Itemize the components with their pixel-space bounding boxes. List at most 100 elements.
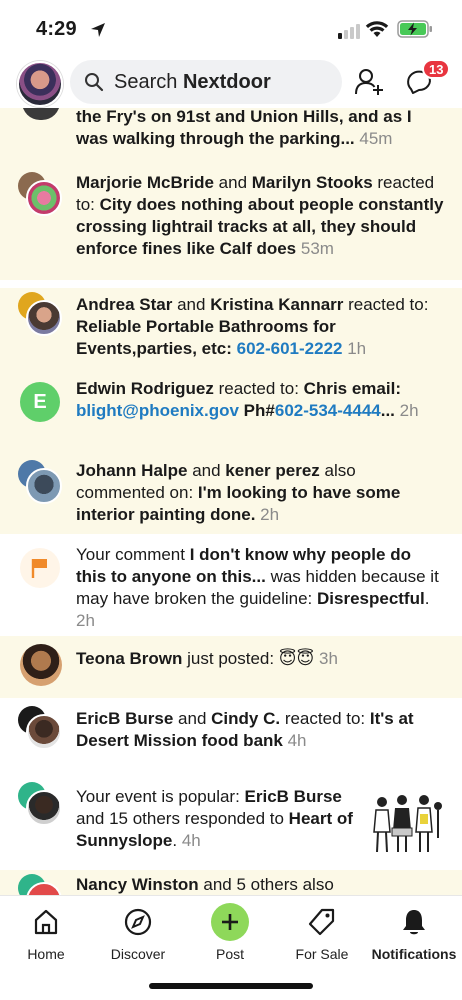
user-avatar [20, 644, 62, 686]
notification-text: EricB Burse and Cindy C. reacted to: It'… [76, 708, 444, 752]
plain-text: and [213, 173, 252, 192]
avatar-letter: E [33, 390, 47, 413]
top-header: Search Nextdoor 13 [0, 58, 462, 108]
plain-text: Your comment [76, 545, 190, 564]
bold-text: ... [380, 401, 395, 420]
bold-text: Nancy Winston [76, 875, 199, 894]
flag-avatar [20, 548, 60, 588]
user-avatar [26, 468, 62, 504]
user-avatar [26, 180, 62, 216]
search-bar[interactable]: Search Nextdoor [70, 60, 342, 104]
plain-text: reacted to: [280, 709, 370, 728]
cellular-signal-icon [338, 24, 360, 39]
plain-text: Your event is popular: [76, 787, 245, 806]
search-placeholder: Search Nextdoor [114, 71, 271, 94]
user-avatar [26, 300, 62, 336]
event-illustration [368, 788, 444, 860]
notification-text: Marjorie McBride and Marilyn Stooks reac… [76, 172, 444, 260]
add-neighbor-icon[interactable] [354, 68, 384, 96]
bold-text: City does nothing about people constantl… [76, 195, 444, 258]
text-link[interactable]: 602-534-4444 [275, 401, 381, 420]
tab-home[interactable]: Home [0, 904, 92, 962]
search-placeholder-brand: Nextdoor [182, 70, 271, 93]
plain-text: and [173, 709, 212, 728]
notification-item[interactable]: Your event is popular: EricB Burse and 1… [0, 780, 462, 868]
notification-item[interactable]: the Fry's on 91st and Union Hills, and a… [0, 108, 462, 172]
plain-text: . [424, 589, 430, 608]
bold-text: Cindy C. [211, 709, 281, 728]
notifications-feed: the Fry's on 91st and Union Hills, and a… [0, 108, 462, 895]
post-button [211, 903, 249, 941]
user-avatar: E [20, 382, 60, 422]
notification-text: Your comment I don't know why people do … [76, 544, 444, 632]
tab-post[interactable]: Post [184, 903, 276, 962]
tab-label: Notifications [371, 946, 457, 962]
notification-text: Teona Brown just posted: 😇😇 3h [76, 648, 444, 670]
chat-badge: 13 [422, 59, 451, 79]
tab-label: Discover [110, 946, 166, 962]
plain-text: and 5 others also [198, 875, 334, 894]
timestamp: 2h [76, 611, 95, 630]
tab-for-sale[interactable]: For Sale [276, 904, 368, 962]
bell-icon [403, 910, 425, 935]
notification-text: Your event is popular: EricB Burse and 1… [76, 786, 362, 852]
plain-text: and [187, 461, 226, 480]
timestamp: 53m [296, 239, 334, 258]
home-icon [34, 909, 58, 935]
bold-text: Chris email: [303, 379, 401, 398]
tab-discover[interactable]: Discover [92, 904, 184, 962]
timestamp: 4h [177, 831, 201, 850]
bold-text: Marjorie McBride [76, 173, 214, 192]
bold-text: Teona Brown [76, 649, 183, 668]
tab-notifications[interactable]: Notifications [368, 904, 460, 962]
notification-item[interactable]: Nancy Winston and 5 others also [0, 870, 462, 895]
timestamp: 3h [314, 649, 338, 668]
notification-text: the Fry's on 91st and Union Hills, and a… [76, 108, 444, 150]
plus-icon [222, 914, 238, 930]
price-tag-icon [308, 908, 335, 936]
notification-item[interactable]: Andrea Star and Kristina Kannarr reacted… [0, 288, 462, 370]
notification-item[interactable]: Teona Brown just posted: 😇😇 3h [0, 636, 462, 698]
notification-item[interactable]: Johann Halpe and kener perez also commen… [0, 458, 462, 534]
notification-text: Nancy Winston and 5 others also [76, 874, 444, 895]
bold-text: EricB Burse [76, 709, 174, 728]
notification-text: Edwin Rodriguez reacted to: Chris email:… [76, 378, 444, 422]
timestamp: 4h [282, 731, 307, 750]
tab-label: Home [27, 946, 65, 962]
timestamp: 2h [255, 505, 280, 524]
user-avatar [26, 790, 62, 826]
bold-text: Edwin Rodriguez [76, 379, 214, 398]
profile-avatar[interactable] [17, 61, 63, 107]
tab-label: For Sale [295, 946, 349, 962]
plain-text: just posted: 😇😇 [182, 649, 315, 668]
tab-label: Post [215, 946, 244, 962]
search-icon [85, 73, 104, 92]
bold-text: Disrespectful [317, 589, 425, 608]
flag-icon [31, 559, 47, 578]
home-indicator[interactable] [149, 983, 313, 989]
notification-item[interactable]: Your comment I don't know why people do … [0, 534, 462, 636]
bold-text: Marilyn Stooks [251, 173, 373, 192]
timestamp: 2h [394, 401, 419, 420]
plain-text: and [172, 295, 211, 314]
user-avatar [26, 714, 62, 750]
text-link[interactable]: 602-601-2222 [237, 339, 343, 358]
notification-item[interactable]: E Edwin Rodriguez reacted to: Chris emai… [0, 370, 462, 458]
notification-item[interactable]: Marjorie McBride and Marilyn Stooks reac… [0, 172, 462, 280]
plain-text: and 15 others responded to [76, 809, 289, 828]
timestamp: 45m [354, 129, 393, 148]
status-bar: 4:29 [0, 0, 462, 58]
timestamp: 1h [342, 339, 367, 358]
plain-text: reacted to: [343, 295, 429, 314]
notification-item[interactable]: EricB Burse and Cindy C. reacted to: It'… [0, 702, 462, 772]
compass-icon [124, 908, 152, 936]
plain-text: reacted to: [213, 379, 304, 398]
status-time: 4:29 [36, 18, 77, 40]
bold-text: kener perez [225, 461, 320, 480]
user-avatar [22, 108, 60, 120]
wifi-icon [365, 21, 389, 37]
bold-text: EricB Burse [244, 787, 342, 806]
text-link[interactable]: blight@phoenix.gov [76, 401, 239, 420]
bold-text: Ph# [238, 401, 275, 420]
location-arrow-icon [91, 23, 105, 37]
